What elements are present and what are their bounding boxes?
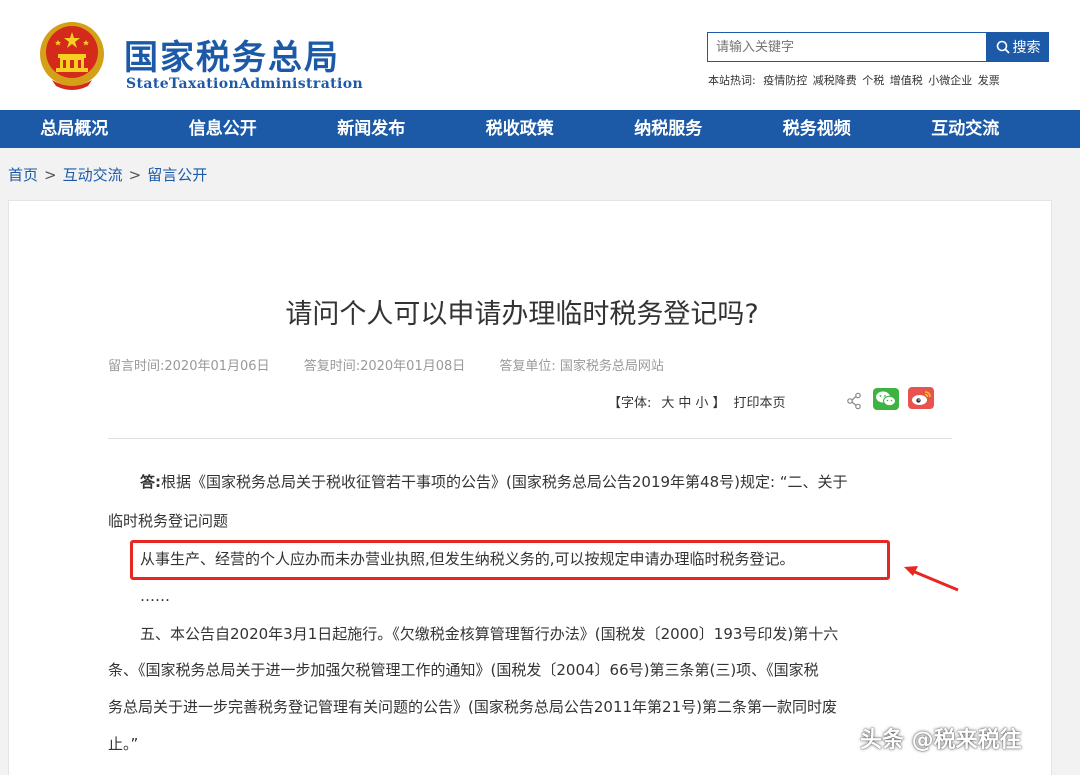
hot-word-link[interactable]: 发票 (978, 74, 1000, 87)
nav-item-tax-service[interactable]: 纳税服务 (594, 110, 743, 148)
font-size-label: 【字体: (608, 396, 652, 411)
body-text: 根据《国家税务总局关于税收征管若干事项的公告》(国家税务总局公告2019年第48… (161, 473, 848, 491)
nav-item-tax-policy[interactable]: 税收政策 (446, 110, 595, 148)
font-size-end: 】 (712, 396, 726, 411)
highlight-box (130, 540, 890, 580)
site-subtitle: StateTaxationAdministration (126, 76, 364, 92)
ellipsis: …… (140, 587, 170, 605)
article-title: 请问个人可以申请办理临时税务登记吗? (285, 299, 759, 330)
search-icon (996, 40, 1010, 54)
body-line-7: 止。” (108, 735, 139, 753)
answer-label: 答: (140, 473, 161, 491)
breadcrumb-separator: > (128, 166, 142, 184)
watermark: 头条 @税来税往 (860, 728, 1022, 753)
site-header: 国家税务总局 StateTaxationAdministration 搜索 本站… (0, 0, 1080, 110)
search-button[interactable]: 搜索 (987, 32, 1049, 62)
breadcrumb: 首页 > 互动交流 > 留言公开 (8, 164, 207, 185)
hot-words-label: 本站热词: (708, 74, 756, 87)
body-line-2: 临时税务登记问题 (108, 512, 229, 530)
reply-time: 答复时间:2020年01月08日 (303, 359, 466, 374)
wechat-icon[interactable] (873, 388, 899, 410)
body-line-5: 条、《国家税务总局关于进一步加强欠税管理工作的通知》(国税发〔2004〕66号)… (108, 661, 819, 679)
body-line-1: 答:根据《国家税务总局关于税收征管若干事项的公告》(国家税务总局公告2019年第… (140, 471, 848, 492)
hot-word-link[interactable]: 增值税 (890, 74, 923, 87)
hot-words: 本站热词: 疫情防控 减税降费 个税 增值税 小微企业 发票 (708, 72, 1002, 88)
nav-item-info-disclosure[interactable]: 信息公开 (149, 110, 298, 148)
font-size-medium[interactable]: 中 (678, 392, 691, 411)
font-size-small[interactable]: 小 (695, 392, 708, 411)
nav-item-news[interactable]: 新闻发布 (297, 110, 446, 148)
weibo-icon[interactable] (908, 387, 934, 409)
search-input[interactable] (707, 32, 987, 62)
red-arrow-icon (904, 566, 959, 592)
national-emblem-icon (40, 22, 104, 90)
share-icon[interactable] (846, 392, 862, 410)
hot-word-link[interactable]: 个税 (862, 74, 884, 87)
article-tools: 【字体: 大 中 小 】 打印本页 (608, 392, 785, 411)
article-meta: 留言时间:2020年01月06日 答复时间:2020年01月08日 答复单位: … (108, 355, 694, 374)
nav-item-tax-video[interactable]: 税务视频 (743, 110, 892, 148)
site-title[interactable]: 国家税务总局 (124, 30, 340, 79)
content-divider (108, 438, 952, 439)
message-time: 留言时间:2020年01月06日 (108, 359, 270, 374)
hot-word-link[interactable]: 减税降费 (813, 74, 857, 87)
search-button-label: 搜索 (1012, 40, 1041, 56)
main-nav: 总局概况 信息公开 新闻发布 税收政策 纳税服务 税务视频 互动交流 (0, 110, 1080, 148)
hot-word-link[interactable]: 疫情防控 (763, 74, 807, 87)
print-button[interactable]: 打印本页 (733, 392, 785, 411)
body-line-4: 五、本公告自2020年3月1日起施行。《欠缴税金核算管理暂行办法》(国税发〔20… (140, 625, 839, 643)
hot-word-link[interactable]: 小微企业 (928, 74, 972, 87)
nav-item-interaction[interactable]: 互动交流 (891, 110, 1040, 148)
breadcrumb-interaction[interactable]: 互动交流 (63, 166, 123, 184)
font-size-large[interactable]: 大 (661, 392, 674, 411)
breadcrumb-home[interactable]: 首页 (8, 166, 38, 184)
nav-item-overview[interactable]: 总局概况 (0, 110, 149, 148)
body-line-6: 务总局关于进一步完善税务登记管理有关问题的公告》(国家税务总局公告2011年第2… (108, 698, 837, 716)
breadcrumb-separator: > (44, 166, 57, 184)
breadcrumb-messages[interactable]: 留言公开 (147, 166, 207, 184)
reply-unit: 答复单位: 国家税务总局网站 (499, 359, 664, 374)
